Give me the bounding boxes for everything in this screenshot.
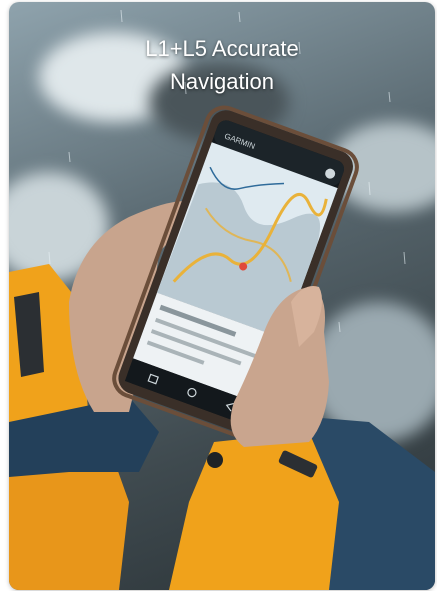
product-image-card: GARMIN L1+L5 Accurate Navigation xyxy=(9,2,435,590)
headline-line-2: Navigation xyxy=(170,69,274,94)
cuff-button xyxy=(207,452,223,468)
right-jacket-cuff xyxy=(169,432,339,590)
headline: L1+L5 Accurate Navigation xyxy=(9,32,435,98)
headline-line-1: L1+L5 Accurate xyxy=(145,36,299,61)
